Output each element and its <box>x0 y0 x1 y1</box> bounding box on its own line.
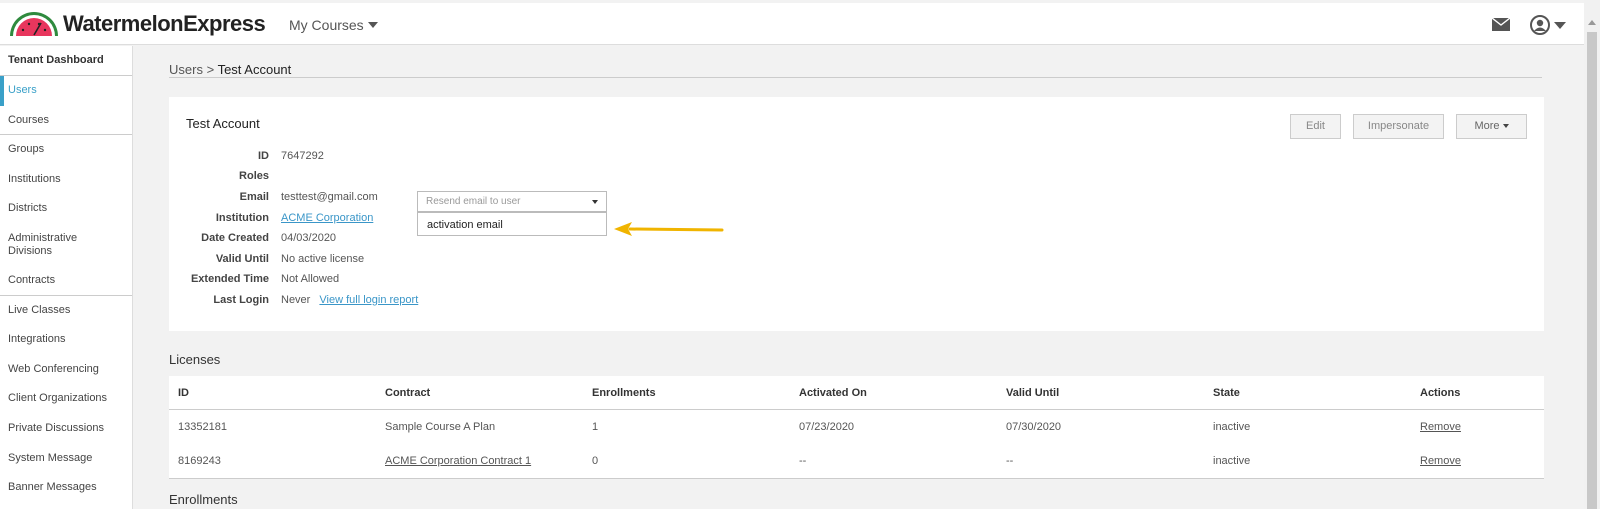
breadcrumb-separator: > <box>206 62 215 77</box>
license-valid-until: 07/30/2020 <box>1006 421 1062 433</box>
watermelon-logo-icon[interactable] <box>8 10 60 38</box>
extended-time-value: Not Allowed <box>281 273 340 285</box>
user-menu-chevron-icon[interactable] <box>1554 22 1566 29</box>
sidebar-item-administrative-divisions[interactable]: Administrative Divisions <box>0 224 132 266</box>
column-header-enrollments[interactable]: Enrollments <box>592 376 656 410</box>
breadcrumb-users-link[interactable]: Users <box>169 62 203 77</box>
license-contract-link[interactable]: ACME Corporation Contract 1 <box>385 444 531 478</box>
brand-name[interactable]: WatermelonExpress <box>63 11 266 37</box>
sidebar-item-private-discussions[interactable]: Private Discussions <box>0 414 132 444</box>
my-courses-label: My Courses <box>289 17 364 33</box>
sidebar-item-web-conferencing[interactable]: Web Conferencing <box>0 355 132 385</box>
sidebar-item-groups[interactable]: Groups <box>0 135 132 165</box>
sidebar-item-contracts[interactable]: Contracts <box>0 266 132 296</box>
email-label: Email <box>239 191 269 203</box>
licenses-title: Licenses <box>169 352 221 367</box>
breadcrumb-current: Test Account <box>217 62 292 77</box>
license-enrollments: 0 <box>592 455 599 467</box>
license-enrollments: 1 <box>592 421 599 433</box>
valid-until-value: No active license <box>281 253 365 265</box>
sidebar-item-banner-messages[interactable]: Banner Messages <box>0 473 132 503</box>
login-report-link[interactable]: View full login report <box>319 294 418 306</box>
id-label: ID <box>258 150 269 162</box>
resend-email-placeholder: Resend email to user <box>426 196 521 207</box>
license-activated-on: 07/23/2020 <box>799 421 855 433</box>
breadcrumb-divider <box>169 77 1542 78</box>
profile-title: Test Account <box>186 116 260 131</box>
email-value: testtest@gmail.com <box>281 191 378 203</box>
sidebar-item-districts[interactable]: Districts <box>0 194 132 224</box>
license-state: inactive <box>1213 455 1251 467</box>
top-navbar: WatermelonExpress My Courses <box>0 3 1584 45</box>
chevron-down-icon <box>1502 124 1509 128</box>
page-scrollbar[interactable] <box>1584 0 1600 509</box>
institution-link[interactable]: ACME Corporation <box>281 212 373 224</box>
sidebar: Tenant Dashboard Users Courses Groups In… <box>0 46 133 509</box>
table-row: 13352181 Sample Course A Plan 1 07/23/20… <box>169 410 1544 444</box>
edit-button[interactable]: Edit <box>1290 114 1341 139</box>
extended-time-label: Extended Time <box>190 273 269 285</box>
date-created-label: Date Created <box>201 232 269 244</box>
sidebar-title: Tenant Dashboard <box>0 46 132 76</box>
license-id: 13352181 <box>178 421 227 433</box>
column-header-activated-on[interactable]: Activated On <box>799 376 867 410</box>
table-header-row: ID Contract Enrollments Activated On Val… <box>169 376 1544 410</box>
user-account-icon[interactable] <box>1530 15 1550 35</box>
sidebar-item-live-classes[interactable]: Live Classes <box>0 296 132 326</box>
resend-email-select[interactable]: Resend email to user <box>417 191 607 212</box>
table-row: 8169243 ACME Corporation Contract 1 0 --… <box>169 444 1544 478</box>
remove-license-button[interactable]: Remove <box>1420 410 1461 444</box>
last-login-value: Never View full login report <box>281 294 418 306</box>
license-state: inactive <box>1213 421 1251 433</box>
my-courses-dropdown[interactable]: My Courses <box>289 17 378 33</box>
chevron-down-icon <box>592 200 598 204</box>
more-label: More <box>1474 120 1500 132</box>
id-value: 7647292 <box>281 150 324 162</box>
user-profile-card: Test Account Edit Impersonate More ID 76… <box>169 97 1544 331</box>
institution-label: Institution <box>215 212 269 224</box>
annotation-arrow-icon <box>614 222 724 236</box>
sidebar-item-institutions[interactable]: Institutions <box>0 165 132 195</box>
licenses-table: ID Contract Enrollments Activated On Val… <box>169 376 1544 479</box>
license-valid-until: -- <box>1006 455 1014 467</box>
sidebar-item-client-organizations[interactable]: Client Organizations <box>0 384 132 414</box>
sidebar-item-courses[interactable]: Courses <box>0 106 132 136</box>
scroll-up-arrow-icon[interactable] <box>1588 20 1596 25</box>
column-header-valid-until[interactable]: Valid Until <box>1006 376 1059 410</box>
license-contract: Sample Course A Plan <box>385 421 496 433</box>
sidebar-item-system-message[interactable]: System Message <box>0 444 132 474</box>
column-header-actions: Actions <box>1420 387 1461 399</box>
activation-email-option[interactable]: activation email <box>417 212 607 236</box>
column-header-id[interactable]: ID <box>178 376 189 410</box>
more-button[interactable]: More <box>1456 114 1527 139</box>
remove-license-button[interactable]: Remove <box>1420 444 1461 478</box>
license-id: 8169243 <box>178 455 221 467</box>
mail-icon[interactable] <box>1492 18 1510 31</box>
chevron-down-icon <box>367 22 378 28</box>
last-login-label: Last Login <box>213 294 269 306</box>
roles-label: Roles <box>239 170 269 182</box>
breadcrumb: Users > Test Account <box>169 62 291 77</box>
impersonate-button[interactable]: Impersonate <box>1353 114 1444 139</box>
scroll-thumb[interactable] <box>1587 32 1597 509</box>
sidebar-item-integrations[interactable]: Integrations <box>0 325 132 355</box>
license-activated-on: -- <box>799 455 807 467</box>
enrollments-title: Enrollments <box>169 492 238 507</box>
valid-until-label: Valid Until <box>215 253 269 265</box>
column-header-state[interactable]: State <box>1213 376 1240 410</box>
sidebar-item-users[interactable]: Users <box>0 76 132 106</box>
column-header-contract[interactable]: Contract <box>385 376 430 410</box>
last-login-text: Never <box>281 294 311 306</box>
date-created-value: 04/03/2020 <box>281 232 337 244</box>
